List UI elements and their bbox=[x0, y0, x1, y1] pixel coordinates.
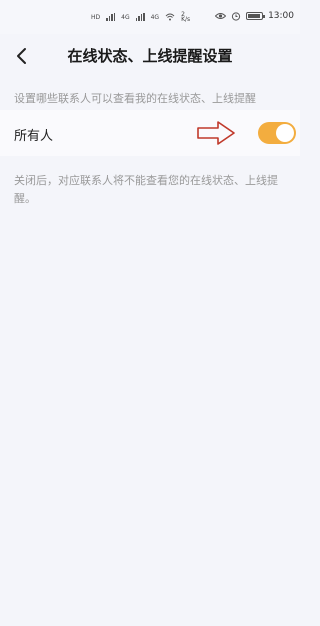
alarm-icon bbox=[231, 12, 241, 21]
status-left: HD 4G 4G 2 K/s bbox=[91, 11, 191, 23]
arrow-right-icon bbox=[197, 121, 235, 145]
signal-icon-1 bbox=[106, 13, 116, 21]
hint-text: 设置哪些联系人可以查看我的在线状态、上线提醒 bbox=[14, 92, 256, 105]
signal-label-1: 4G bbox=[121, 13, 130, 21]
signal-label-2: 4G bbox=[150, 13, 160, 21]
eye-icon bbox=[215, 13, 227, 19]
visibility-toggle[interactable] bbox=[258, 122, 296, 144]
toggle-knob bbox=[276, 124, 294, 142]
page-title: 在线状态、上线提醒设置 bbox=[67, 47, 233, 65]
status-bar: HD 4G 4G 2 K/s 13:00 bbox=[0, 0, 300, 34]
note-text: 关闭后，对应联系人将不能查看您的在线状态、上线提醒。 bbox=[14, 174, 278, 205]
clock-time: 13:00 bbox=[268, 11, 294, 21]
setting-row-everyone[interactable]: 所有人 bbox=[0, 110, 300, 156]
header: 在线状态、上线提醒设置 bbox=[0, 34, 300, 78]
status-right: 13:00 bbox=[215, 11, 294, 21]
wifi-icon bbox=[165, 13, 175, 21]
hd-label: HD bbox=[91, 13, 101, 21]
setting-row-label: 所有人 bbox=[14, 129, 54, 144]
signal-icon-2 bbox=[135, 13, 145, 21]
battery-icon bbox=[246, 12, 266, 20]
speed-label: 2 K/s bbox=[181, 11, 191, 23]
